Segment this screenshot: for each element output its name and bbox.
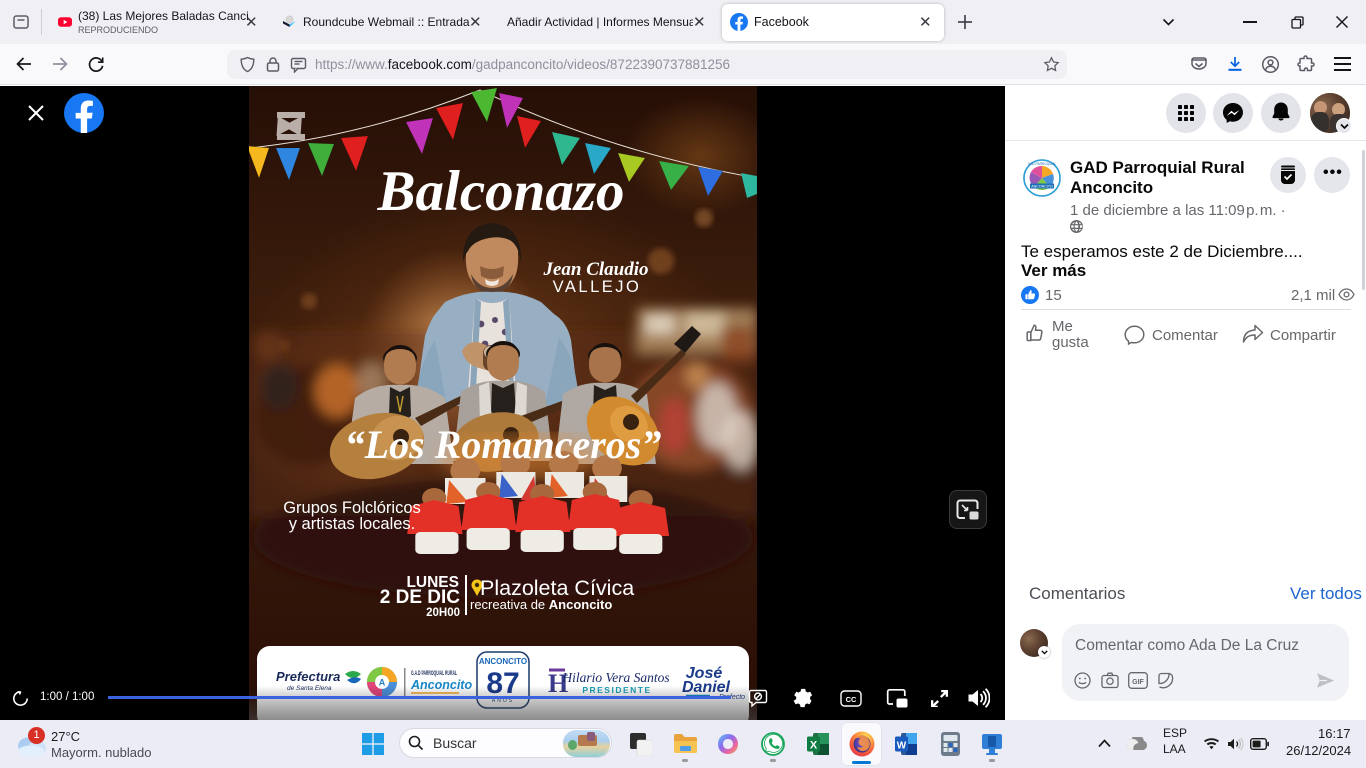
svg-text:GAD PARROQUIAL: GAD PARROQUIAL	[1028, 162, 1057, 166]
svg-text:X: X	[810, 740, 818, 752]
svg-text:W: W	[897, 741, 907, 752]
svg-text:Prefectura: Prefectura	[276, 669, 340, 684]
svg-text:ANCONCITO: ANCONCITO	[479, 657, 527, 666]
svg-text:Balconazo: Balconazo	[376, 160, 624, 223]
svg-text:VALLEJO: VALLEJO	[553, 278, 642, 296]
svg-text:CC: CC	[846, 695, 857, 704]
svg-text:2 DE DIC: 2 DE DIC	[380, 587, 461, 608]
svg-text:GIF: GIF	[1132, 679, 1144, 686]
svg-text:Jean Claudio: Jean Claudio	[542, 259, 648, 280]
svg-text:“Los Romanceros”: “Los Romanceros”	[345, 422, 662, 467]
svg-text:y artistas locales.: y artistas locales.	[289, 515, 416, 533]
svg-text:ANCONCITO: ANCONCITO	[1031, 185, 1053, 189]
svg-text:G.A.D PARROQUIAL RURAL: G.A.D PARROQUIAL RURAL	[411, 671, 457, 677]
svg-text:Hilario Vera Santos: Hilario Vera Santos	[561, 670, 669, 685]
svg-text:20H00: 20H00	[426, 607, 460, 619]
svg-text:recreativa de Anconcito: recreativa de Anconcito	[470, 597, 612, 612]
